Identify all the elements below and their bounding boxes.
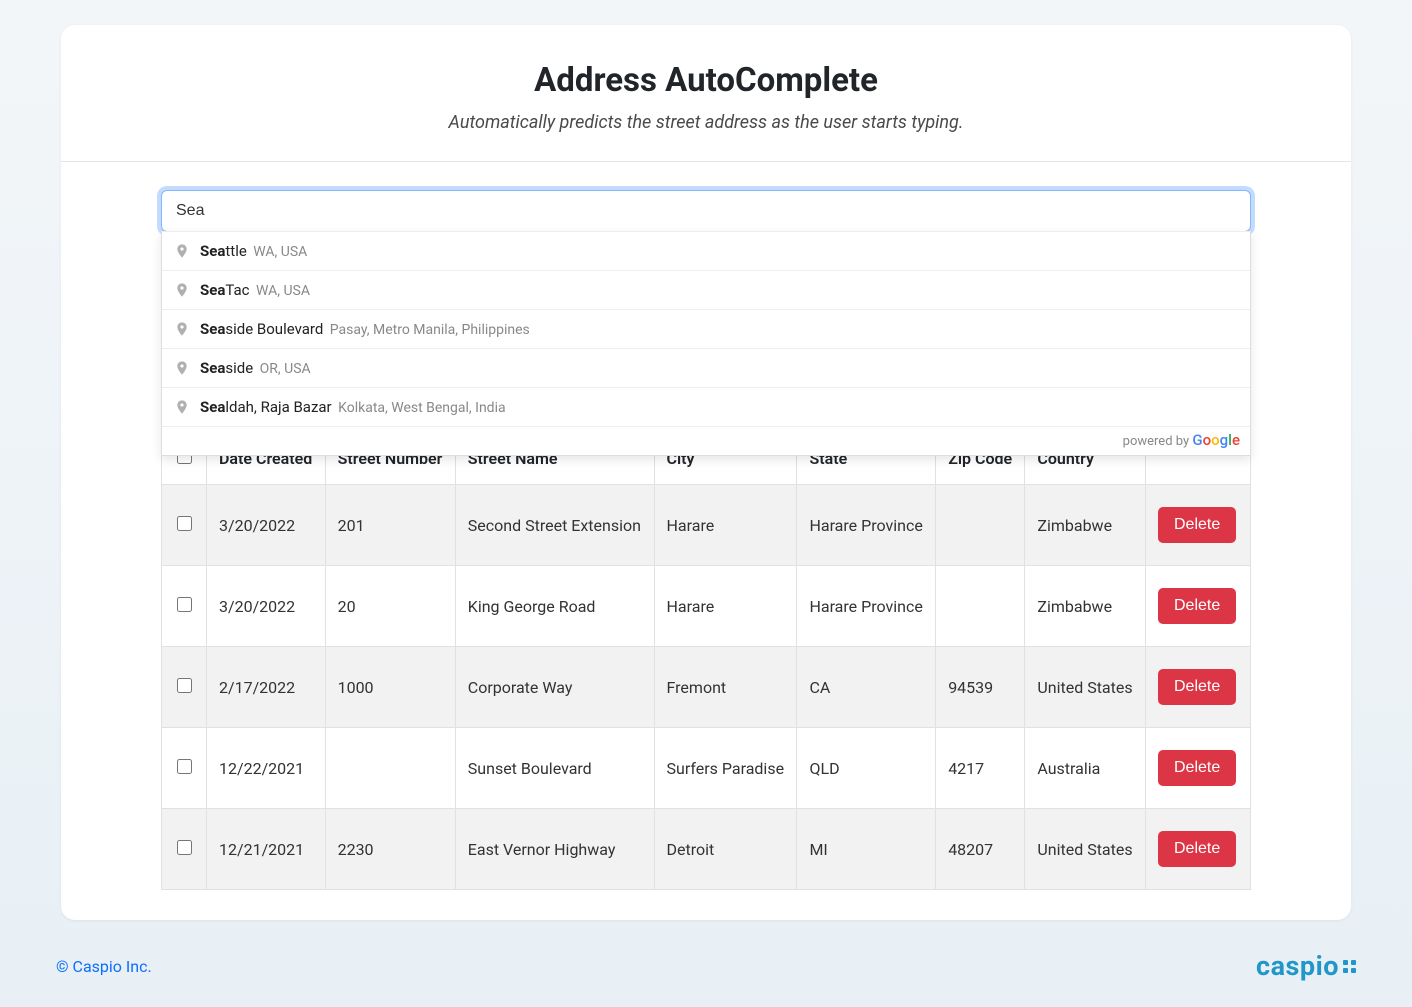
powered-by-text: powered by <box>1123 434 1193 449</box>
table-row: 12/21/20212230East Vernor HighwayDetroit… <box>162 809 1251 890</box>
cell-street-number: 2230 <box>325 809 455 890</box>
cell-street-number: 1000 <box>325 647 455 728</box>
page-title: Address AutoComplete <box>81 61 1331 100</box>
cell-zip-code <box>936 566 1025 647</box>
autocomplete-dropdown: Seattle WA, USA SeaTac WA, USA Seaside Bou… <box>161 231 1251 456</box>
row-checkbox[interactable] <box>177 678 192 693</box>
autocomplete-suggestion[interactable]: Sealdah, Raja Bazar Kolkata, West Bengal… <box>162 388 1250 427</box>
google-logo: Google <box>1192 431 1240 449</box>
cell-city: Detroit <box>654 809 797 890</box>
cell-state: CA <box>797 647 936 728</box>
cell-date-created: 3/20/2022 <box>207 485 326 566</box>
cell-actions: Delete <box>1146 647 1251 728</box>
table-row: 3/20/202220King George RoadHarareHarare … <box>162 566 1251 647</box>
cell-city: Surfers Paradise <box>654 728 797 809</box>
header-section: Address AutoComplete Automatically predi… <box>61 25 1351 162</box>
cell-street-name: Second Street Extension <box>455 485 654 566</box>
main-card: Address AutoComplete Automatically predi… <box>61 25 1351 920</box>
row-checkbox[interactable] <box>177 516 192 531</box>
delete-button[interactable]: Delete <box>1158 831 1236 867</box>
cell-state: Harare Province <box>797 485 936 566</box>
cell-actions: Delete <box>1146 728 1251 809</box>
search-container: Seattle WA, USASeaTac WA, USASeaside Bou… <box>161 190 1251 232</box>
map-pin-icon <box>174 358 190 378</box>
row-checkbox[interactable] <box>177 759 192 774</box>
cell-city: Fremont <box>654 647 797 728</box>
address-search-input[interactable] <box>161 190 1251 232</box>
cell-state: MI <box>797 809 936 890</box>
suggestion-text: Seaside Boulevard Pasay, Metro Manila, P… <box>200 320 530 338</box>
content-section: Seattle WA, USA SeaTac WA, USA Seaside Bou… <box>61 162 1351 920</box>
cell-checkbox <box>162 809 207 890</box>
cell-actions: Delete <box>1146 566 1251 647</box>
powered-by-label: powered by Google <box>162 427 1250 455</box>
autocomplete-suggestion[interactable]: Seaside Boulevard Pasay, Metro Manila, P… <box>162 310 1250 349</box>
cell-zip-code: 48207 <box>936 809 1025 890</box>
suggestion-text: Seaside OR, USA <box>200 359 311 377</box>
autocomplete-suggestion[interactable]: Seaside OR, USA <box>162 349 1250 388</box>
cell-city: Harare <box>654 566 797 647</box>
cell-zip-code: 4217 <box>936 728 1025 809</box>
cell-date-created: 12/21/2021 <box>207 809 326 890</box>
cell-zip-code: 94539 <box>936 647 1025 728</box>
cell-actions: Delete <box>1146 809 1251 890</box>
cell-country: United States <box>1025 809 1146 890</box>
cell-country: Zimbabwe <box>1025 485 1146 566</box>
cell-street-name: Corporate Way <box>455 647 654 728</box>
delete-button[interactable]: Delete <box>1158 669 1236 705</box>
caspio-logo-dots-icon <box>1343 960 1356 973</box>
suggestion-text: Seattle WA, USA <box>200 242 307 260</box>
cell-street-name: King George Road <box>455 566 654 647</box>
page-subtitle: Automatically predicts the street addres… <box>81 112 1331 133</box>
autocomplete-suggestion[interactable]: SeaTac WA, USA <box>162 271 1250 310</box>
cell-state: QLD <box>797 728 936 809</box>
cell-street-name: East Vernor Highway <box>455 809 654 890</box>
cell-date-created: 3/20/2022 <box>207 566 326 647</box>
suggestion-text: Sealdah, Raja Bazar Kolkata, West Bengal… <box>200 398 506 416</box>
suggestion-text: SeaTac WA, USA <box>200 281 310 299</box>
cell-date-created: 12/22/2021 <box>207 728 326 809</box>
caspio-logo: caspio <box>1256 950 1356 982</box>
cell-checkbox <box>162 566 207 647</box>
cell-zip-code <box>936 485 1025 566</box>
addresses-table: Date Created Street Number Street Name C… <box>161 432 1251 890</box>
delete-button[interactable]: Delete <box>1158 750 1236 786</box>
table-row: 3/20/2022201Second Street ExtensionHarar… <box>162 485 1251 566</box>
cell-state: Harare Province <box>797 566 936 647</box>
map-pin-icon <box>174 397 190 417</box>
map-pin-icon <box>174 280 190 300</box>
page-footer: © Caspio Inc. caspio <box>36 920 1376 982</box>
map-pin-icon <box>174 241 190 261</box>
cell-checkbox <box>162 485 207 566</box>
cell-country: Australia <box>1025 728 1146 809</box>
caspio-logo-text: caspio <box>1256 950 1339 982</box>
cell-country: Zimbabwe <box>1025 566 1146 647</box>
cell-city: Harare <box>654 485 797 566</box>
cell-checkbox <box>162 728 207 809</box>
row-checkbox[interactable] <box>177 840 192 855</box>
table-row: 12/22/2021 Sunset BoulevardSurfers Paradi… <box>162 728 1251 809</box>
cell-checkbox <box>162 647 207 728</box>
cell-date-created: 2/17/2022 <box>207 647 326 728</box>
table-row: 2/17/20221000Corporate WayFremontCA94539… <box>162 647 1251 728</box>
cell-actions: Delete <box>1146 485 1251 566</box>
delete-button[interactable]: Delete <box>1158 588 1236 624</box>
cell-country: United States <box>1025 647 1146 728</box>
copyright-text: © Caspio Inc. <box>56 957 152 976</box>
cell-street-name: Sunset Boulevard <box>455 728 654 809</box>
map-pin-icon <box>174 319 190 339</box>
delete-button[interactable]: Delete <box>1158 507 1236 543</box>
cell-street-number: 201 <box>325 485 455 566</box>
cell-street-number: 20 <box>325 566 455 647</box>
cell-street-number <box>325 728 455 809</box>
row-checkbox[interactable] <box>177 597 192 612</box>
autocomplete-suggestion[interactable]: Seattle WA, USA <box>162 232 1250 271</box>
